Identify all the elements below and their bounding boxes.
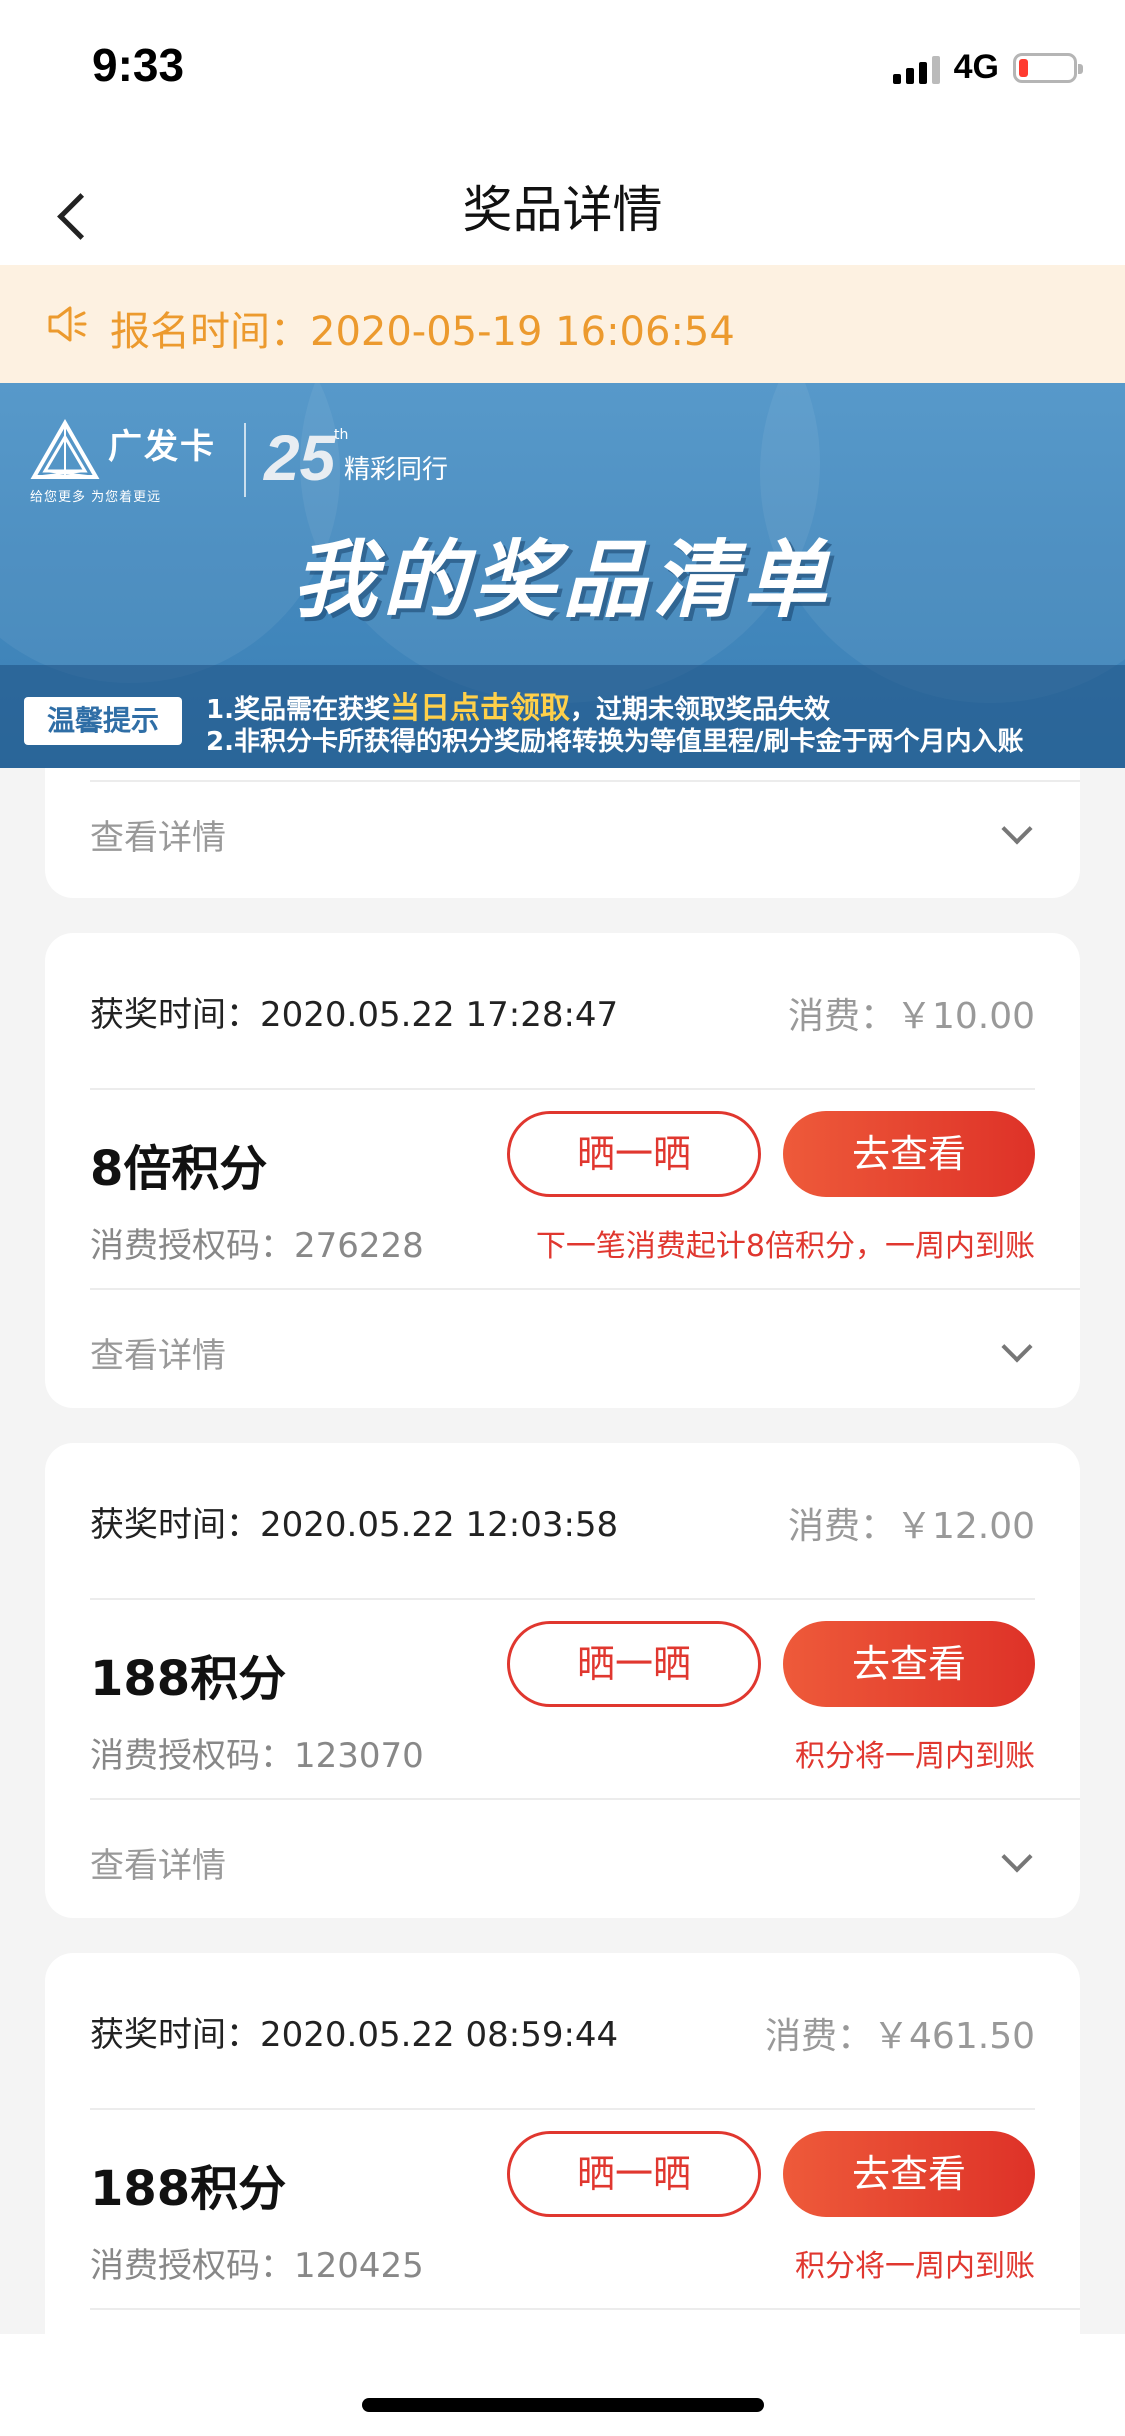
bottom-safe-area <box>0 2334 1125 2436</box>
view-details-row[interactable]: 查看详情 <box>90 1798 1080 1915</box>
prize-card: 获奖时间：2020.05.22 08:59:44 消费：￥461.50 188积… <box>45 1953 1080 2373</box>
network-type: 4G <box>953 48 999 86</box>
prize-name: 188积分 <box>90 2161 287 2217</box>
view-details-label: 查看详情 <box>90 818 226 858</box>
status-indicators: 4G <box>892 48 1083 87</box>
brand-logo-icon <box>30 419 100 479</box>
card-header: 获奖时间：2020.05.22 08:59:44 消费：￥461.50 <box>90 1953 1035 2110</box>
view-details-label: 查看详情 <box>90 1336 226 1376</box>
share-button[interactable]: 晒一晒 <box>507 1111 761 1197</box>
auth-code: 消费授权码：120425 <box>90 2246 424 2286</box>
prize-card: 获奖时间：2020.05.22 12:03:58 消费：￥12.00 188积分… <box>45 1443 1080 1918</box>
prize-note: 下一笔消费起计8倍积分，一周内到账 <box>535 1229 1035 1264</box>
auth-code: 消费授权码：276228 <box>90 1226 424 1266</box>
auth-code: 消费授权码：123070 <box>90 1736 424 1776</box>
anniversary-text: 精彩同行 <box>344 455 449 485</box>
spend-amount: 消费：￥461.50 <box>765 2016 1035 2057</box>
anniversary-suffix: th <box>334 427 349 443</box>
speaker-icon <box>48 306 87 342</box>
view-details-row[interactable]: 查看详情 <box>90 1288 1080 1405</box>
chevron-down-icon <box>1001 813 1033 845</box>
status-time: 9:33 <box>92 39 185 91</box>
prize-card: 获奖时间：2020.05.22 17:28:47 消费：￥10.00 8倍积分 … <box>45 933 1080 1408</box>
win-time: 获奖时间：2020.05.22 17:28:47 <box>90 995 619 1035</box>
banner-title: 我的奖品清单 <box>292 531 833 629</box>
chevron-down-icon <box>1001 1841 1033 1873</box>
chevron-down-icon <box>1001 1331 1033 1363</box>
home-indicator[interactable] <box>362 2398 764 2412</box>
brand-name: 广发卡 <box>108 427 216 467</box>
nav-bar: 奖品详情 <box>0 140 1125 265</box>
battery-icon <box>1013 52 1083 83</box>
cellular-signal-icon <box>892 52 940 84</box>
prize-list-banner: 广发卡 给您更多 为您着更远 25 th 精彩同行 我的奖品清单 温馨提示 1.… <box>0 383 1125 768</box>
view-button[interactable]: 去查看 <box>783 1111 1035 1197</box>
win-time: 获奖时间：2020.05.22 08:59:44 <box>90 2015 619 2055</box>
prize-name: 8倍积分 <box>90 1141 268 1197</box>
share-button[interactable]: 晒一晒 <box>507 2131 761 2217</box>
spend-amount: 消费：￥10.00 <box>787 996 1035 1037</box>
tip-badge: 温馨提示 <box>24 697 182 745</box>
prize-note: 积分将一周内到账 <box>795 1739 1035 1774</box>
logo-divider <box>244 423 246 497</box>
win-time: 获奖时间：2020.05.22 12:03:58 <box>90 1505 619 1545</box>
view-details-row[interactable]: 查看详情 <box>90 780 1080 897</box>
card-header: 获奖时间：2020.05.22 17:28:47 消费：￥10.00 <box>90 933 1035 1090</box>
view-button[interactable]: 去查看 <box>783 1621 1035 1707</box>
tip-line-2: 2.非积分卡所获得的积分奖励将转换为等值里程/刷卡金于两个月内入账 <box>206 727 1024 757</box>
prize-name: 188积分 <box>90 1651 287 1707</box>
prize-card-partial: 查看详情 <box>45 768 1080 898</box>
page-title: 奖品详情 <box>462 181 663 239</box>
view-button[interactable]: 去查看 <box>783 2131 1035 2217</box>
brand-slogan: 给您更多 为您着更远 <box>30 490 162 505</box>
notice-bar: 报名时间：2020-05-19 16:06:54 <box>0 265 1125 383</box>
anniversary-number: 25 <box>264 422 336 494</box>
share-button[interactable]: 晒一晒 <box>507 1621 761 1707</box>
registration-time: 报名时间：2020-05-19 16:06:54 <box>110 309 735 355</box>
status-bar: 9:33 4G <box>0 0 1125 140</box>
card-header: 获奖时间：2020.05.22 12:03:58 消费：￥12.00 <box>90 1443 1035 1600</box>
spend-amount: 消费：￥12.00 <box>787 1506 1035 1547</box>
prize-note: 积分将一周内到账 <box>795 2249 1035 2284</box>
view-details-label: 查看详情 <box>90 1846 226 1886</box>
